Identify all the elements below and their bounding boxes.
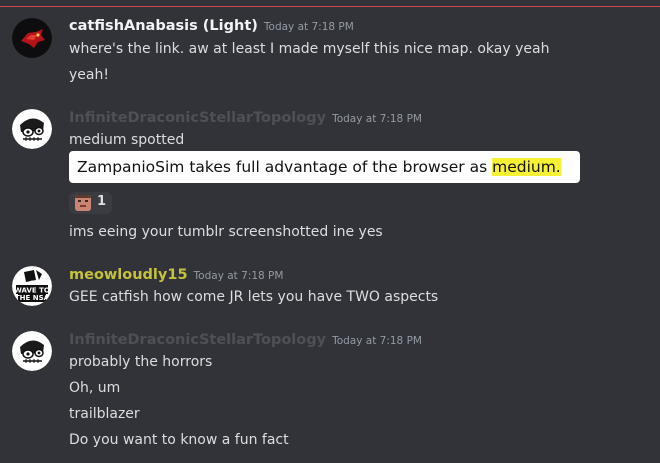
message-timestamp[interactable]: Today at 7:18 PM bbox=[332, 335, 422, 347]
message-text: GEE catfish how come JR lets you have TW… bbox=[69, 289, 439, 305]
message-text: Do you want to know a fun fact bbox=[69, 432, 289, 448]
author-name[interactable]: InfiniteDraconicStellarTopology bbox=[69, 332, 326, 348]
author-name[interactable]: meowloudly15 bbox=[69, 267, 188, 283]
message-author[interactable]: InfiniteDraconicStellarTopology Today at … bbox=[69, 332, 422, 348]
message-text: medium spotted bbox=[69, 132, 185, 148]
message-text: trailblazer bbox=[69, 406, 140, 422]
message-text: Oh, um bbox=[69, 380, 121, 396]
author-name[interactable]: InfiniteDraconicStellarTopology bbox=[69, 110, 326, 126]
quote-highlighted-text: medium. bbox=[492, 158, 561, 176]
face-emoji-icon bbox=[75, 195, 91, 211]
avatar-infinitedraconicstellartopology[interactable] bbox=[12, 331, 52, 371]
highlighted-quote-image[interactable]: ZampanioSim takes full advantage of the … bbox=[69, 151, 580, 183]
wave-to-the-nsa-avatar-icon: WAVE TO THE NSA bbox=[12, 266, 52, 306]
message-text: yeah! bbox=[69, 67, 109, 83]
message-author[interactable]: meowloudly15 Today at 7:18 PM bbox=[69, 267, 283, 283]
message-text: probably the horrors bbox=[69, 354, 213, 370]
message-timestamp[interactable]: Today at 7:18 PM bbox=[264, 21, 354, 33]
avatar-infinitedraconicstellartopology[interactable] bbox=[12, 109, 52, 149]
reaction-count: 1 bbox=[97, 194, 107, 209]
skull-sketch-avatar-icon bbox=[12, 109, 52, 149]
skull-sketch-avatar-icon bbox=[12, 331, 52, 371]
avatar-catfishanabasis[interactable] bbox=[12, 18, 52, 58]
message-timestamp[interactable]: Today at 7:18 PM bbox=[332, 113, 422, 125]
quote-text: ZampanioSim takes full advantage of the … bbox=[77, 158, 493, 176]
avatar-caption-line-2: THE NSA bbox=[15, 294, 50, 302]
red-dragon-avatar-icon bbox=[12, 18, 52, 58]
message-author[interactable]: InfiniteDraconicStellarTopology Today at … bbox=[69, 110, 422, 126]
chat-message-list: catfishAnabasis (Light) Today at 7:18 PM … bbox=[0, 0, 660, 463]
message-timestamp[interactable]: Today at 7:18 PM bbox=[194, 270, 284, 282]
avatar-meowloudly15[interactable]: WAVE TO THE NSA bbox=[12, 266, 52, 306]
message-text: where's the link. aw at least I made mys… bbox=[69, 41, 550, 57]
new-messages-divider bbox=[0, 6, 660, 7]
reaction-button[interactable]: 1 bbox=[69, 192, 112, 214]
message-author[interactable]: catfishAnabasis (Light) Today at 7:18 PM bbox=[69, 18, 354, 34]
author-name[interactable]: catfishAnabasis (Light) bbox=[69, 18, 258, 34]
message-text: ims eeing your tumblr screenshotted ine … bbox=[69, 224, 383, 240]
